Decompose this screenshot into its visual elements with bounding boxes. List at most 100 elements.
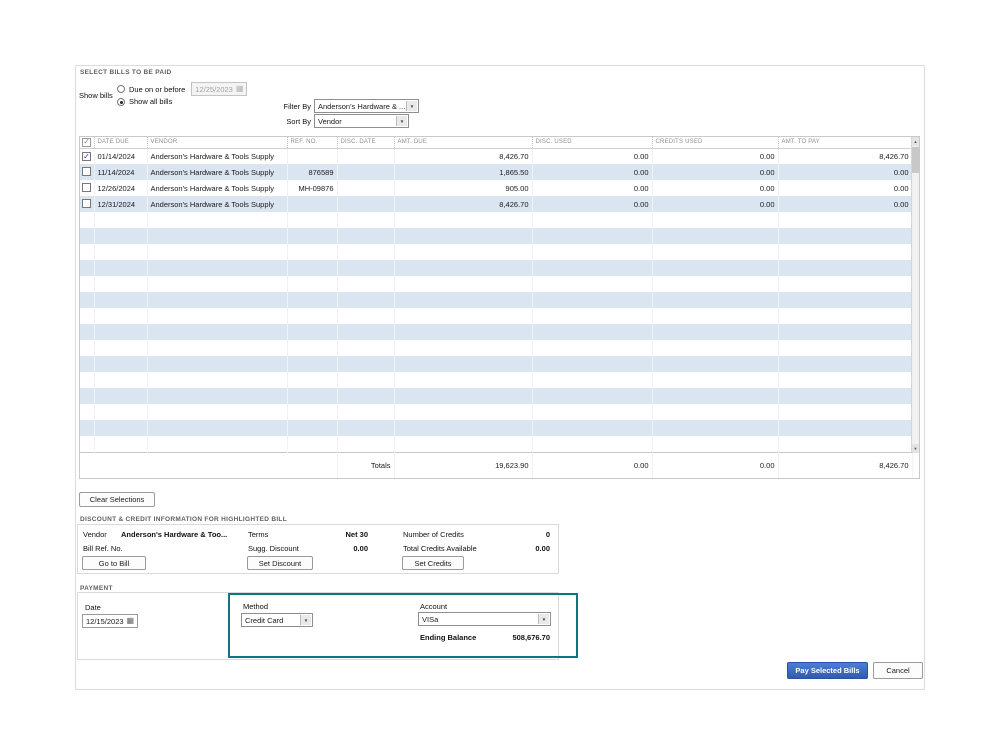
due-date-value: 12/25/2023 <box>195 84 233 94</box>
cell-select[interactable] <box>80 180 95 196</box>
totals-amt-to-pay: 8,426.70 <box>778 451 913 478</box>
cell-credits-used <box>652 228 779 244</box>
chevron-down-icon[interactable]: ▼ <box>406 101 417 111</box>
bill-row-checkbox[interactable] <box>82 166 91 176</box>
cell-select <box>80 308 95 324</box>
cell-credits-used[interactable]: 0.00 <box>652 164 779 180</box>
go-to-bill-button[interactable]: Go to Bill <box>82 556 146 570</box>
bill-row-checkbox[interactable] <box>82 182 91 192</box>
bill-row[interactable]: 12/31/2024 Anderson's Hardware & Tools Su… <box>80 196 913 212</box>
table-scrollbar[interactable]: ▲ ▼ <box>911 137 919 453</box>
column-header-disc-date[interactable]: DISC. DATE <box>336 137 394 149</box>
cell-credits-used[interactable]: 0.00 <box>652 148 779 164</box>
cell-ref-no <box>287 324 338 340</box>
chevron-down-icon[interactable]: ▼ <box>300 615 311 625</box>
cell-ref-no[interactable]: MH-09876 <box>287 180 338 196</box>
cell-disc-used[interactable]: 0.00 <box>532 148 653 164</box>
chevron-down-icon[interactable]: ▼ <box>396 116 407 126</box>
sort-by-label: Sort By <box>286 117 311 126</box>
scroll-up-icon[interactable]: ▲ <box>912 137 919 146</box>
column-header-amt-to-pay[interactable]: AMT. TO PAY <box>777 137 912 149</box>
cell-amt-due[interactable]: 8,426.70 <box>394 148 533 164</box>
cell-disc-date[interactable] <box>337 148 395 164</box>
column-header-amt-due[interactable]: AMT. DUE <box>393 137 532 149</box>
scrollbar-thumb[interactable] <box>912 147 919 173</box>
calendar-icon[interactable]: ▦ <box>127 617 135 625</box>
cell-date-due[interactable]: 01/14/2024 <box>94 148 148 164</box>
column-header-disc-used[interactable]: DISC. USED <box>531 137 652 149</box>
number-of-credits-value: 0 <box>545 530 550 539</box>
cell-date-due[interactable]: 12/26/2024 <box>94 180 148 196</box>
column-header-ref-no[interactable]: REF. NO. <box>286 137 337 149</box>
cell-amt-to-pay <box>778 212 913 228</box>
set-discount-button[interactable]: Set Discount <box>247 556 313 570</box>
cell-ref-no[interactable] <box>287 148 338 164</box>
cell-disc-date <box>337 228 395 244</box>
cell-credits-used[interactable]: 0.00 <box>652 196 779 212</box>
cancel-button[interactable]: Cancel <box>873 662 923 679</box>
cell-disc-date <box>337 212 395 228</box>
cell-ref-no[interactable] <box>287 196 338 212</box>
account-dropdown[interactable]: VISa ▼ <box>418 612 551 626</box>
bill-row[interactable]: 11/14/2024 Anderson's Hardware & Tools Su… <box>80 164 913 180</box>
cell-amt-to-pay[interactable]: 0.00 <box>778 164 913 180</box>
cell-vendor[interactable]: Anderson's Hardware & Tools Supply <box>147 196 288 212</box>
cell-date-due[interactable]: 12/31/2024 <box>94 196 148 212</box>
show-all-bills-radio[interactable] <box>117 97 125 106</box>
cell-ref-no <box>287 356 338 372</box>
cell-vendor[interactable]: Anderson's Hardware & Tools Supply <box>147 180 288 196</box>
cell-vendor[interactable]: Anderson's Hardware & Tools Supply <box>147 164 288 180</box>
set-credits-button[interactable]: Set Credits <box>402 556 464 570</box>
cell-amt-to-pay[interactable]: 8,426.70 <box>778 148 913 164</box>
cell-date-due[interactable]: 11/14/2024 <box>94 164 148 180</box>
cell-amt-due[interactable]: 905.00 <box>394 180 533 196</box>
cell-disc-used[interactable]: 0.00 <box>532 164 653 180</box>
cell-disc-date[interactable] <box>337 164 395 180</box>
bill-row-checkbox[interactable] <box>82 152 91 161</box>
bill-row[interactable]: 12/26/2024 Anderson's Hardware & Tools Su… <box>80 180 913 196</box>
bills-header-row: DATE DUEVENDORREF. NO.DISC. DATEAMT. DUE… <box>80 137 912 149</box>
pay-selected-bills-button[interactable]: Pay Selected Bills <box>787 662 868 679</box>
payment-date-label: Date <box>85 603 101 612</box>
cell-credits-used[interactable]: 0.00 <box>652 180 779 196</box>
cell-vendor <box>147 324 288 340</box>
cell-disc-date[interactable] <box>337 180 395 196</box>
cell-amt-due[interactable]: 1,865.50 <box>394 164 533 180</box>
show-all-bills-option[interactable]: Show all bills <box>117 97 172 106</box>
clear-selections-button[interactable]: Clear Selections <box>79 492 155 507</box>
sort-by-dropdown[interactable]: Vendor ▼ <box>314 114 409 128</box>
terms-value: Net 30 <box>345 530 368 539</box>
cell-vendor[interactable]: Anderson's Hardware & Tools Supply <box>147 148 288 164</box>
cell-disc-date[interactable] <box>337 196 395 212</box>
empty-row <box>80 212 913 228</box>
cell-select <box>80 276 95 292</box>
cell-ref-no <box>287 436 338 452</box>
cell-disc-used[interactable]: 0.00 <box>532 180 653 196</box>
cell-disc-used[interactable]: 0.00 <box>532 196 653 212</box>
bill-row-checkbox[interactable] <box>82 198 91 208</box>
method-dropdown[interactable]: Credit Card ▼ <box>241 613 313 627</box>
cell-select[interactable] <box>80 196 95 212</box>
cell-amt-due[interactable]: 8,426.70 <box>394 196 533 212</box>
column-header-date-due[interactable]: DATE DUE <box>93 137 147 149</box>
select-all-checkbox[interactable] <box>82 137 92 147</box>
bill-row[interactable]: 01/14/2024Anderson's Hardware & Tools Su… <box>80 148 913 164</box>
column-header-vendor[interactable]: VENDOR <box>146 137 287 149</box>
scroll-down-icon[interactable]: ▼ <box>912 444 919 453</box>
vendor-value: Anderson's Hardware & Too... <box>121 530 228 539</box>
payment-date-field[interactable]: 12/15/2023 ▦ <box>82 614 139 628</box>
cell-ref-no[interactable]: 876589 <box>287 164 338 180</box>
due-on-or-before-radio[interactable] <box>117 85 125 93</box>
cell-date-due <box>94 356 148 372</box>
due-on-or-before-option[interactable]: Due on or before 12/25/2023 ▦ <box>117 82 248 96</box>
column-header-credits-used[interactable]: CREDITS USED <box>651 137 778 149</box>
cell-amt-to-pay[interactable]: 0.00 <box>778 180 913 196</box>
cell-select[interactable] <box>80 148 95 164</box>
cell-disc-used <box>532 308 653 324</box>
select-all-header-cell[interactable] <box>80 137 94 149</box>
chevron-down-icon[interactable]: ▼ <box>538 614 549 624</box>
cell-amt-to-pay[interactable]: 0.00 <box>778 196 913 212</box>
cell-select[interactable] <box>80 164 95 180</box>
cell-amt-due <box>394 340 533 356</box>
filter-by-dropdown[interactable]: Anderson's Hardware & ... ▼ <box>314 99 419 113</box>
